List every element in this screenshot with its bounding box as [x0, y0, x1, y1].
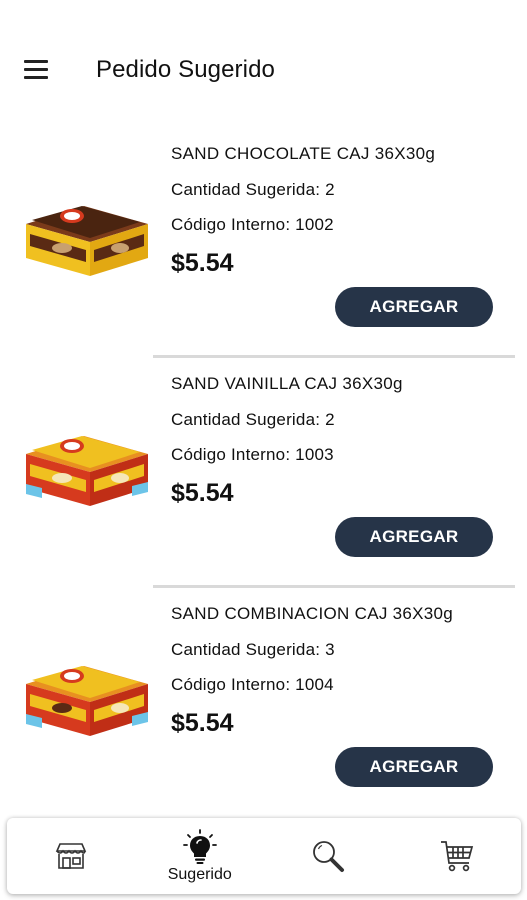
- product-name: SAND COMBINACION CAJ 36X30g: [171, 604, 454, 623]
- suggested-quantity: Cantidad Sugerida: 2: [171, 410, 335, 429]
- search-icon: [313, 841, 345, 872]
- hamburger-menu-icon[interactable]: [22, 56, 52, 82]
- app-bar: Pedido Sugerido: [0, 0, 527, 120]
- nav-item-sugerido[interactable]: Sugerido: [136, 818, 265, 894]
- suggested-quantity: Cantidad Sugerida: 3: [171, 640, 335, 659]
- product-name: SAND CHOCOLATE CAJ 36X30g: [171, 144, 436, 163]
- product-price: $5.54: [171, 479, 234, 507]
- lightbulb-icon: [182, 829, 217, 864]
- add-button[interactable]: AGREGAR: [335, 747, 493, 787]
- suggested-quantity: Cantidad Sugerida: 2: [171, 180, 335, 199]
- product-card: SAND CHOCOLATE CAJ 36X30g Cantidad Suger…: [0, 128, 527, 358]
- internal-code: Código Interno: 1002: [171, 215, 334, 234]
- bottom-navigation: Sugerido: [7, 818, 521, 894]
- add-button[interactable]: AGREGAR: [335, 287, 493, 327]
- page-title: Pedido Sugerido: [96, 56, 275, 83]
- nav-item-search[interactable]: [264, 818, 393, 894]
- nav-item-cart[interactable]: [393, 818, 522, 894]
- product-image: [26, 206, 148, 276]
- internal-code: Código Interno: 1004: [171, 675, 334, 694]
- product-card: SAND COMBINACION CAJ 36X30g Cantidad Sug…: [0, 588, 527, 818]
- product-name: SAND VAINILLA CAJ 36X30g: [171, 374, 403, 393]
- nav-item-store[interactable]: [7, 818, 136, 894]
- store-icon: [56, 843, 87, 869]
- internal-code: Código Interno: 1003: [171, 445, 334, 464]
- product-image: [26, 666, 148, 736]
- product-list: SAND CHOCOLATE CAJ 36X30g Cantidad Suger…: [0, 128, 527, 818]
- product-card: SAND VAINILLA CAJ 36X30g Cantidad Sugeri…: [0, 358, 527, 588]
- add-button[interactable]: AGREGAR: [335, 517, 493, 557]
- cart-icon: [440, 841, 473, 872]
- product-price: $5.54: [171, 709, 234, 737]
- product-image: [26, 436, 148, 506]
- product-price: $5.54: [171, 249, 234, 277]
- nav-label-sugerido: Sugerido: [167, 866, 232, 883]
